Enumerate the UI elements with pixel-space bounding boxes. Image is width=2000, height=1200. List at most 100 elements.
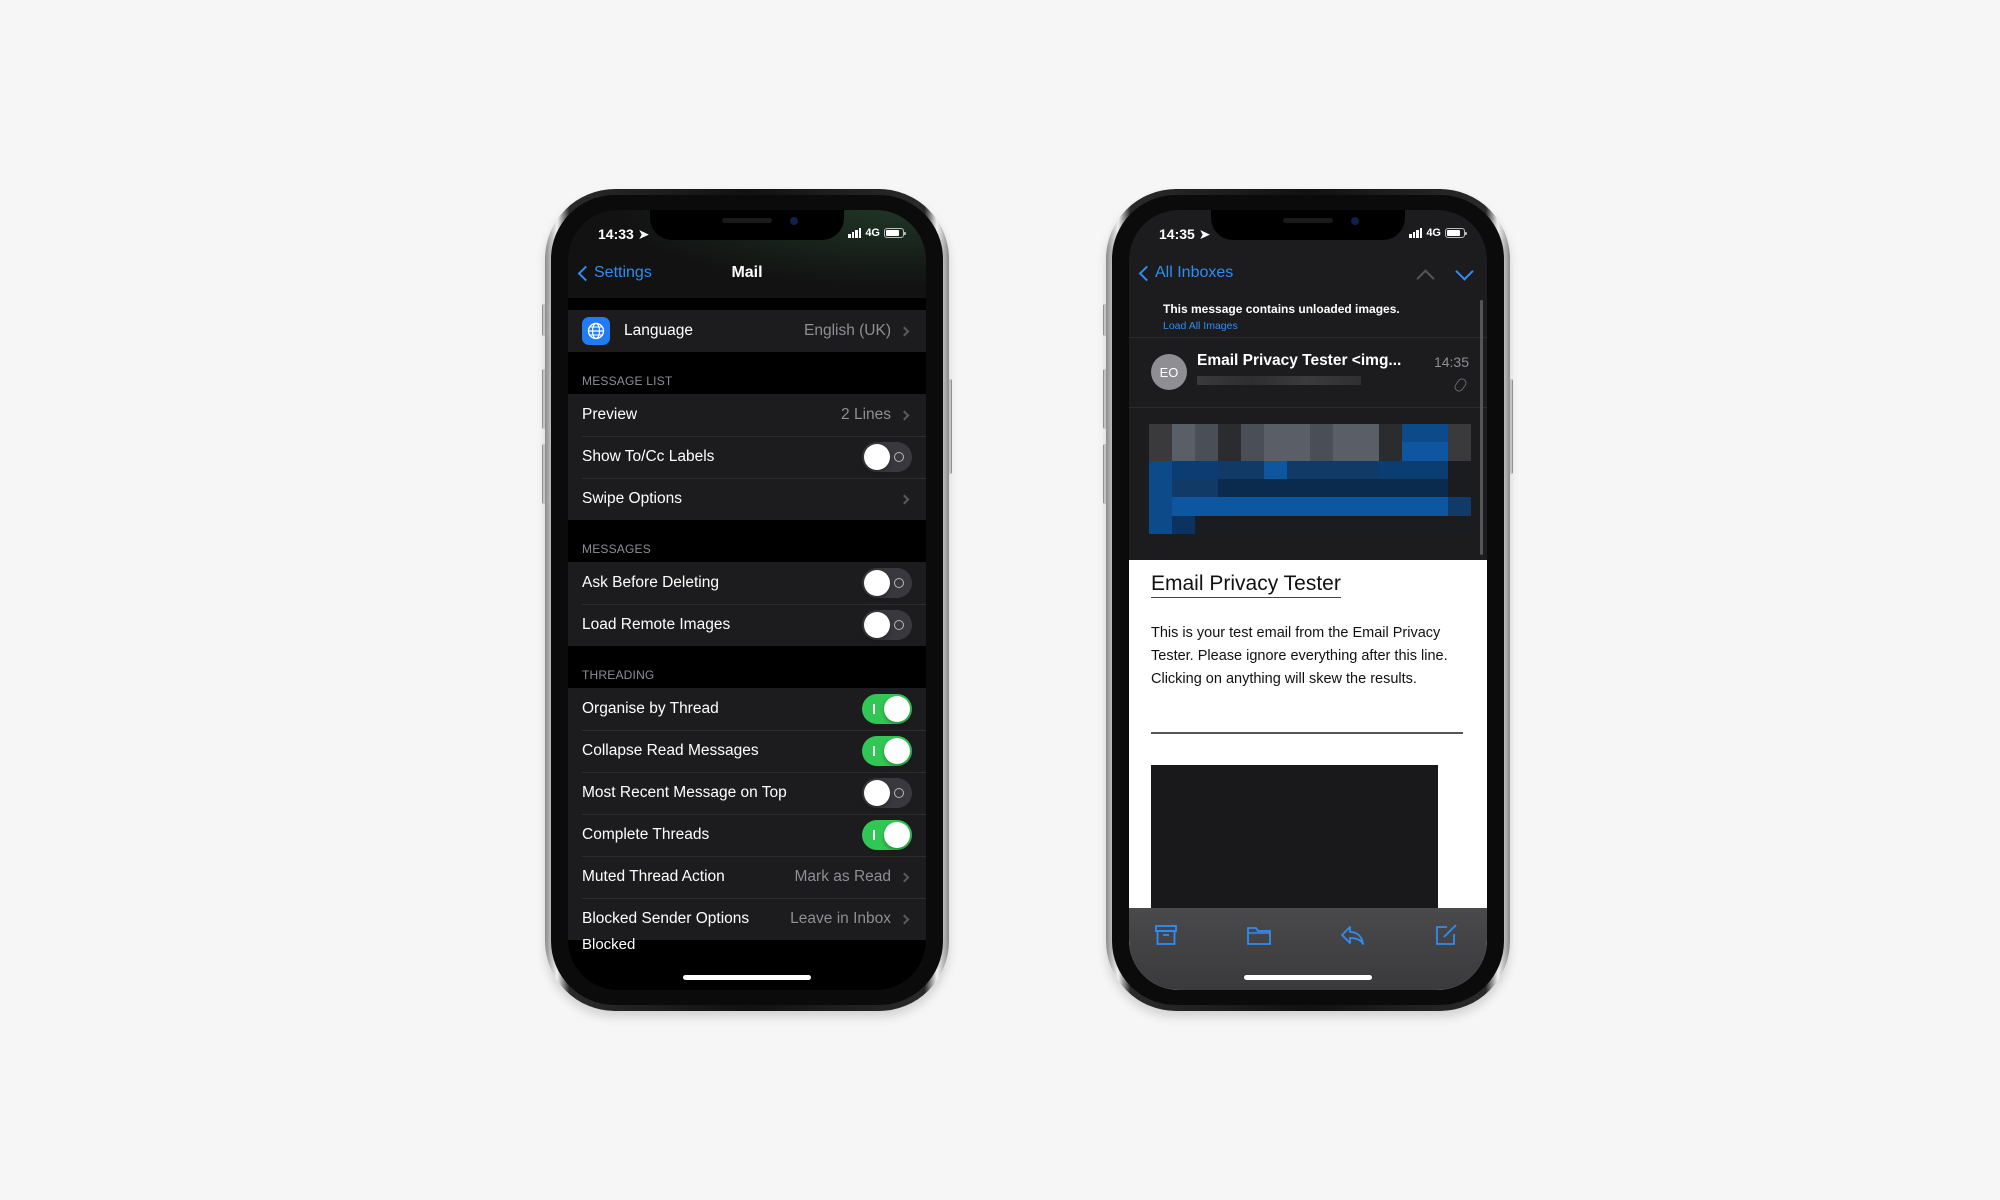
settings-group: Organise by Thread Collapse Read Messages…	[568, 688, 926, 940]
sender-name[interactable]: Email Privacy Tester <img...	[1197, 352, 1401, 370]
pixel-block	[1195, 497, 1218, 516]
pixel-block	[1356, 460, 1379, 479]
battery-icon	[1445, 228, 1467, 238]
pixel-block	[1425, 515, 1448, 534]
pixel-block	[1356, 442, 1379, 461]
toggle-switch[interactable]	[862, 442, 912, 472]
pixel-block	[1448, 460, 1471, 479]
pixel-block	[1287, 515, 1310, 534]
paperclip-icon	[1452, 376, 1469, 394]
side-button	[1509, 379, 1513, 474]
pixel-block	[1149, 497, 1172, 516]
pixel-block	[1241, 424, 1264, 443]
pixel-block	[1333, 497, 1356, 516]
notch	[650, 210, 844, 240]
pixel-block	[1379, 497, 1402, 516]
language-group: Language English (UK)	[568, 310, 926, 352]
pixel-block	[1264, 442, 1287, 461]
network-type: 4G	[1426, 227, 1441, 239]
toggle-switch[interactable]	[862, 778, 912, 808]
load-all-images-link[interactable]: Load All Images	[1163, 320, 1487, 332]
settings-group: Preview 2 Lines Show To/Cc Labels Swipe Opt…	[568, 394, 926, 520]
pixel-block	[1379, 424, 1402, 443]
row-load-remote-images[interactable]: Load Remote Images	[568, 604, 926, 646]
pixel-block	[1172, 442, 1195, 461]
home-indicator[interactable]	[683, 975, 811, 980]
unloaded-images-banner: This message contains unloaded images. L…	[1129, 298, 1487, 338]
chevron-left-icon	[1138, 265, 1155, 281]
toggle-switch[interactable]	[862, 820, 912, 850]
row-preview[interactable]: Preview 2 Lines	[568, 394, 926, 436]
message-header[interactable]: EO Email Privacy Tester <img... 14:35	[1129, 338, 1487, 408]
row-most-recent-message-on-top[interactable]: Most Recent Message on Top	[568, 772, 926, 814]
pixel-block	[1195, 515, 1218, 534]
pixel-block	[1356, 515, 1379, 534]
toggle-switch[interactable]	[862, 568, 912, 598]
language-row[interactable]: Language English (UK)	[568, 310, 926, 352]
row-organise-by-thread[interactable]: Organise by Thread	[568, 688, 926, 730]
volume-up-button	[542, 369, 546, 429]
pixel-block	[1448, 497, 1471, 516]
pixel-block	[1264, 479, 1287, 498]
pixel-block	[1218, 460, 1241, 479]
pixel-block	[1149, 442, 1172, 461]
pixel-block	[1425, 424, 1448, 443]
scrollbar[interactable]	[1480, 300, 1483, 555]
home-indicator[interactable]	[1244, 975, 1372, 980]
row-label: Muted Thread Action	[582, 868, 725, 885]
pixel-block	[1241, 442, 1264, 461]
location-icon: ➤	[1198, 226, 1211, 242]
pixel-block	[1218, 442, 1241, 461]
row-complete-threads[interactable]: Complete Threads	[568, 814, 926, 856]
reply-icon[interactable]	[1340, 922, 1366, 948]
folder-icon[interactable]	[1246, 922, 1272, 948]
section-header: MESSAGE LIST	[582, 374, 673, 388]
row-swipe-options[interactable]: Swipe Options	[568, 478, 926, 520]
side-button	[948, 379, 952, 474]
pixel-block	[1287, 442, 1310, 461]
pixel-block	[1310, 424, 1333, 443]
pixel-block	[1287, 497, 1310, 516]
pixel-block	[1195, 442, 1218, 461]
pixel-block	[1241, 479, 1264, 498]
row-ask-before-deleting[interactable]: Ask Before Deleting	[568, 562, 926, 604]
message-view[interactable]: This message contains unloaded images. L…	[1129, 298, 1487, 990]
row-blocked-sender-options[interactable]: Blocked Sender Options Leave in Inbox	[568, 898, 926, 940]
back-button[interactable]: All Inboxes	[1137, 264, 1233, 282]
mail-screen: 14:35 ➤ 4G All Inboxes This message cont…	[1129, 210, 1487, 990]
pixel-block	[1287, 424, 1310, 443]
pixel-block	[1218, 424, 1241, 443]
row-show-to-cc-labels[interactable]: Show To/Cc Labels	[568, 436, 926, 478]
toggle-switch[interactable]	[862, 736, 912, 766]
compose-icon[interactable]	[1433, 922, 1459, 948]
location-icon: ➤	[637, 226, 650, 242]
archive-icon[interactable]	[1153, 922, 1179, 948]
chevron-right-icon	[899, 914, 910, 924]
pixel-block	[1356, 479, 1379, 498]
toggle-switch[interactable]	[862, 694, 912, 724]
pixel-block	[1448, 515, 1471, 534]
next-message-button[interactable]	[1455, 262, 1474, 281]
row-muted-thread-action[interactable]: Muted Thread Action Mark as Read	[568, 856, 926, 898]
toggle-switch[interactable]	[862, 610, 912, 640]
pixel-block	[1379, 460, 1402, 479]
volume-up-button	[1103, 369, 1107, 429]
row-value: 2 Lines	[841, 406, 891, 423]
nav-bar: All Inboxes	[1129, 258, 1487, 288]
pixel-block	[1149, 424, 1172, 443]
pixel-block	[1402, 442, 1425, 461]
pixel-block	[1172, 460, 1195, 479]
phone-settings: 14:33 ➤ 4G Settings Mail Language Englis…	[542, 189, 952, 1011]
pixel-block	[1333, 460, 1356, 479]
previous-message-button[interactable]	[1416, 269, 1435, 288]
settings-screen: 14:33 ➤ 4G Settings Mail Language Englis…	[568, 210, 926, 990]
chevron-right-icon	[899, 494, 910, 504]
row-label: Load Remote Images	[582, 616, 731, 633]
pixel-block	[1149, 460, 1172, 479]
avatar[interactable]: EO	[1151, 354, 1187, 390]
pixelated-image	[1149, 424, 1471, 534]
email-text: This is your test email from the Email P…	[1151, 625, 1448, 687]
pixel-block	[1241, 460, 1264, 479]
row-collapse-read-messages[interactable]: Collapse Read Messages	[568, 730, 926, 772]
settings-list[interactable]: Language English (UK) MESSAGE LIST Previe…	[568, 298, 926, 956]
